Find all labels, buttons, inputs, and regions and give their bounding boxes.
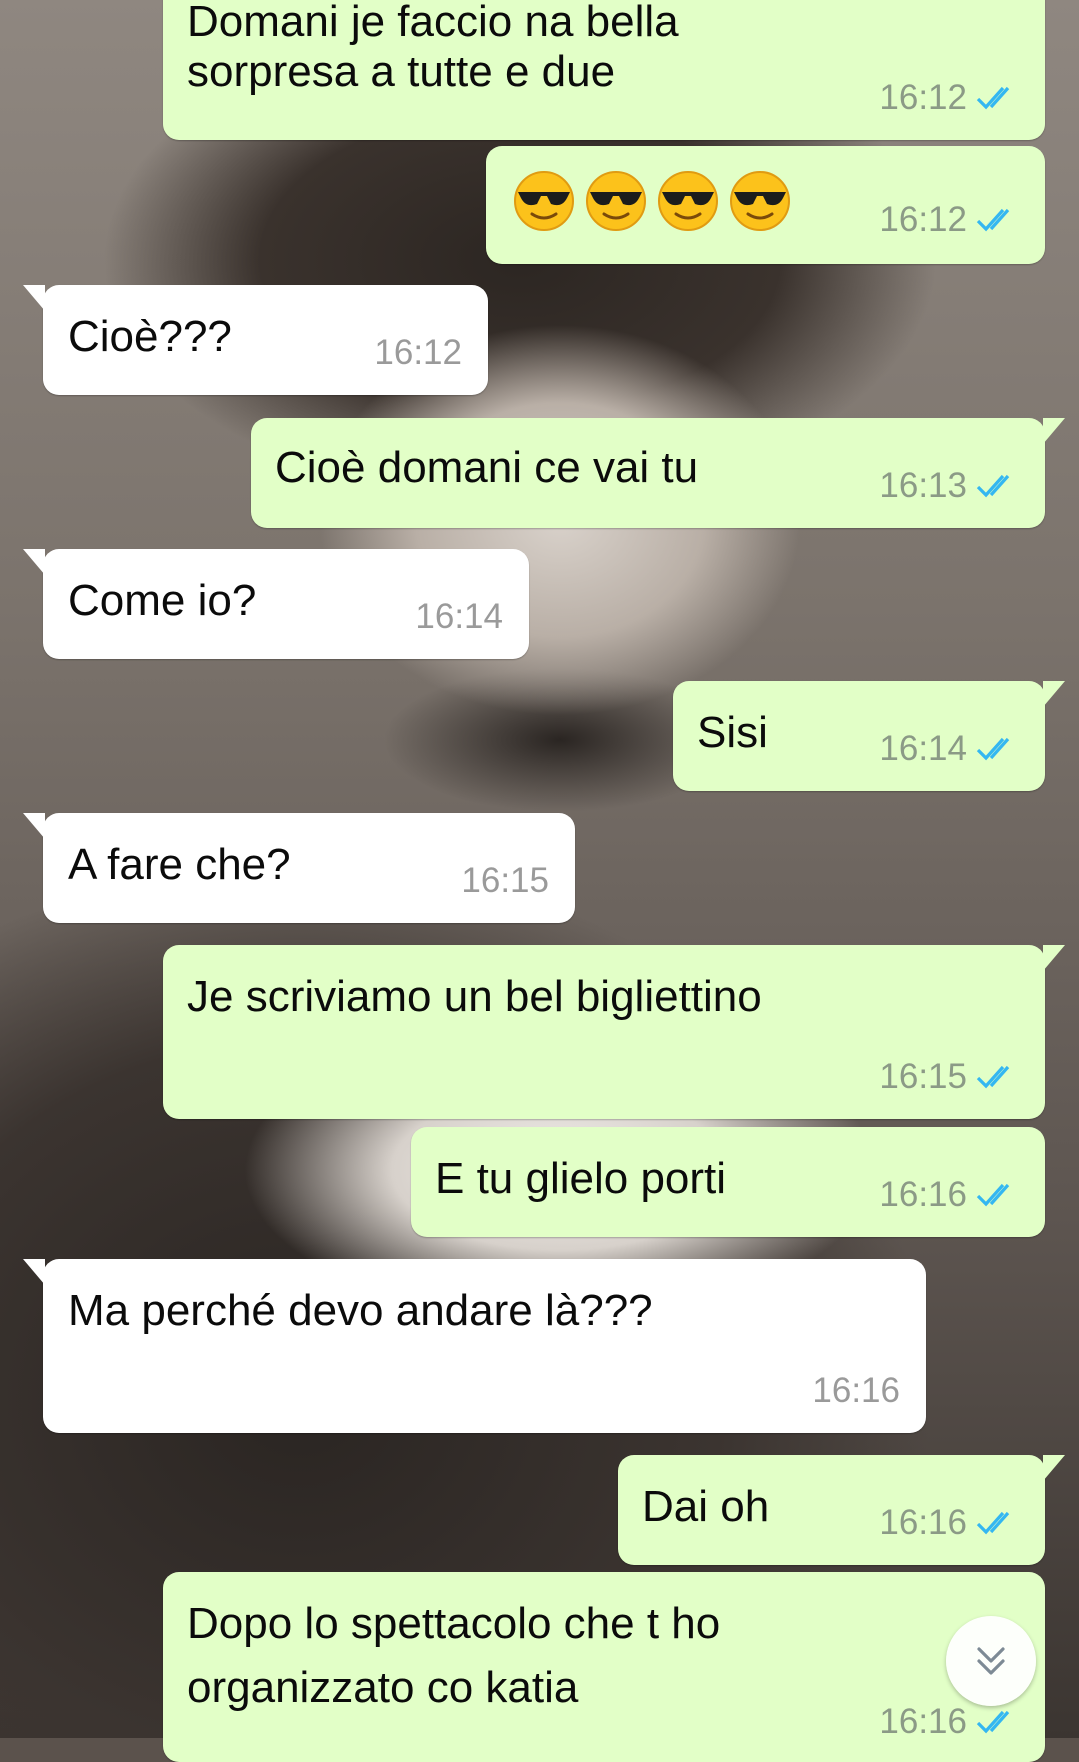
double-check-read-icon [975,1180,1019,1210]
message-time: 16:15 [879,1057,967,1096]
sunglasses-emoji-icon [658,171,718,231]
message-text: A fare che? [68,840,291,889]
message-meta: 16:15 [461,861,549,901]
message-bubble-outgoing[interactable]: Cioè domani ce vai tu 16:13 [251,418,1065,528]
message-bubble-incoming[interactable]: Come io? 16:14 [23,549,529,659]
message-time: 16:16 [879,1503,967,1542]
message-text: organizzato co katia [187,1663,579,1712]
double-check-read-icon [975,1707,1019,1737]
sunglasses-emoji-icon [514,171,574,231]
message-text: Je scriviamo un bel bigliettino [187,972,762,1021]
double-check-read-icon [975,471,1019,501]
message-time: 16:12 [879,200,967,239]
sunglasses-emoji-icon [586,171,646,231]
message-bubble-outgoing[interactable]: Domani je faccio na bella sorpresa a tut… [163,0,1045,140]
double-check-read-icon [975,83,1019,113]
double-check-read-icon [975,1062,1019,1092]
message-bubble-outgoing[interactable]: Dopo lo spettacolo che t ho organizzato … [163,1572,1045,1762]
message-text: Ma perché devo andare là??? [68,1286,653,1335]
message-bubble-outgoing[interactable]: Je scriviamo un bel bigliettino 16:15 [163,945,1065,1119]
message-bubble-outgoing[interactable]: E tu glielo porti 16:16 [411,1127,1045,1237]
message-text: Cioè domani ce vai tu [275,443,699,492]
message-time: 16:14 [879,729,967,768]
message-meta: 16:16 [879,1503,1019,1543]
message-meta: 16:14 [415,597,503,637]
message-text: Dopo lo spettacolo che t ho [187,1599,721,1648]
message-meta: 16:13 [879,466,1019,506]
message-time: 16:14 [415,597,503,636]
message-bubble-incoming[interactable]: Cioè??? 16:12 [23,285,488,395]
double-check-read-icon [975,1508,1019,1538]
double-check-read-icon [975,734,1019,764]
sunglasses-emoji-icon [730,171,790,231]
message-meta: 16:16 [879,1702,1019,1742]
double-check-read-icon [975,205,1019,235]
scroll-to-bottom-button[interactable] [946,1616,1036,1706]
message-meta: 16:15 [879,1057,1019,1097]
message-text: Cioè??? [68,312,232,361]
message-time: 16:16 [812,1371,900,1410]
message-meta: 16:12 [879,78,1019,118]
message-meta: 16:16 [879,1175,1019,1215]
message-text: sorpresa a tutte e due [187,47,616,96]
message-bubble-incoming[interactable]: Ma perché devo andare là??? 16:16 [23,1259,926,1433]
message-time: 16:16 [879,1175,967,1214]
message-text: Come io? [68,576,257,625]
message-bubble-outgoing[interactable]: 16:12 [486,146,1045,264]
emoji-row [512,168,800,232]
message-bubble-outgoing[interactable]: Dai oh 16:16 [618,1455,1065,1565]
message-time: 16:12 [374,333,462,372]
message-text: Dai oh [642,1482,770,1531]
message-bubble-outgoing[interactable]: Sisi 16:14 [673,681,1065,791]
message-meta: 16:16 [812,1371,900,1411]
message-meta: 16:12 [879,200,1019,240]
message-time: 16:13 [879,466,967,505]
message-meta: 16:14 [879,729,1019,769]
message-meta: 16:12 [374,333,462,373]
message-time: 16:12 [879,78,967,117]
message-text: E tu glielo porti [435,1154,727,1203]
message-bubble-incoming[interactable]: A fare che? 16:15 [23,813,575,923]
message-time: 16:15 [461,861,549,900]
message-time: 16:16 [879,1702,967,1741]
chevron-double-down-icon [977,1647,1005,1675]
message-text: Sisi [697,708,768,757]
